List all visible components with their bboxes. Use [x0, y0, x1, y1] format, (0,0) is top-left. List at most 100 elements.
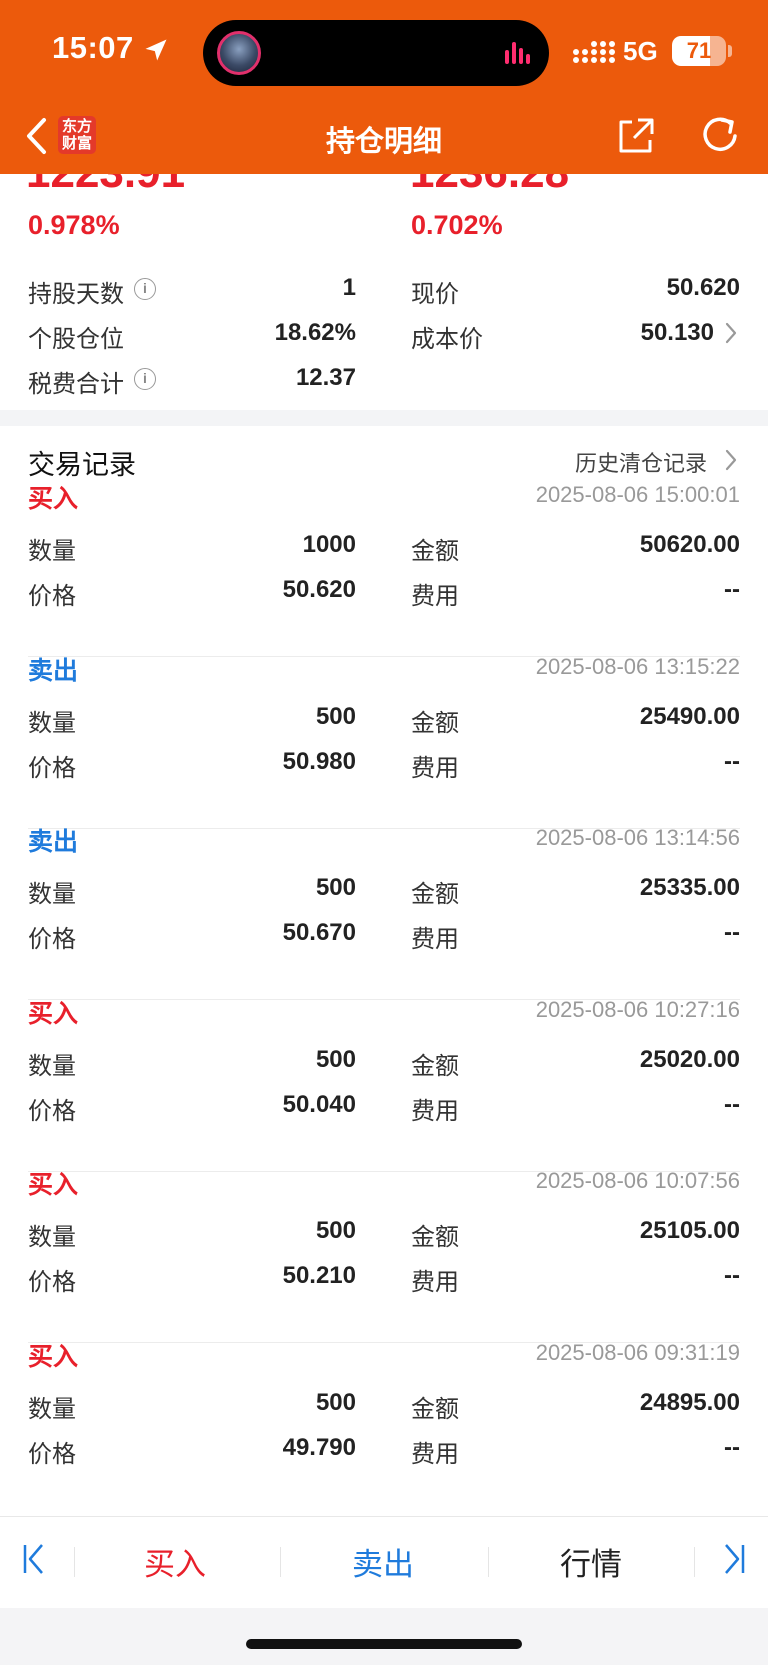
price-value: 50.210	[282, 1262, 356, 1289]
last-page-icon[interactable]	[720, 1541, 746, 1577]
quantity-label: 数量	[28, 1224, 76, 1251]
info-icon[interactable]: i	[134, 368, 156, 390]
price-value: 50.670	[282, 919, 356, 946]
status-time: 15:07	[52, 30, 134, 65]
dynamic-island[interactable]	[203, 20, 549, 86]
fee-label: 费用	[411, 583, 459, 610]
divider	[74, 1547, 75, 1577]
fee-label: 费用	[411, 754, 459, 782]
avatar	[217, 31, 261, 75]
quantity-value: 500	[315, 1388, 356, 1416]
trade-type: 卖出	[28, 828, 79, 856]
total-fees-value: 12.37	[295, 364, 356, 391]
left-profit-amount: 1223.91	[26, 174, 185, 198]
amount-value: 25490.00	[639, 702, 740, 730]
price-value: 50.040	[282, 1090, 356, 1118]
quantity-value: 500	[315, 1045, 356, 1073]
quantity-label: 数量	[28, 881, 76, 908]
first-page-icon[interactable]	[22, 1541, 48, 1577]
fee-value: --	[724, 747, 740, 775]
current-price-label: 现价	[411, 281, 459, 308]
amount-label: 金额	[411, 1395, 459, 1423]
quantity-label: 数量	[28, 709, 76, 737]
amount-value: 50620.00	[639, 531, 740, 558]
price-label: 价格	[28, 754, 76, 782]
info-icon[interactable]: i	[134, 278, 156, 300]
trade-time: 2025-08-06 13:14:56	[535, 825, 740, 850]
fee-value: --	[724, 1090, 740, 1118]
amount-value: 25335.00	[639, 874, 740, 901]
fee-value: --	[724, 1262, 740, 1289]
quantity-label: 数量	[28, 1395, 76, 1423]
holding-days-label: 持股天数	[28, 281, 124, 308]
trade-type: 买入	[28, 999, 79, 1028]
location-arrow-icon	[145, 39, 167, 61]
price-label: 价格	[28, 583, 76, 610]
fee-value: --	[724, 576, 740, 603]
price-label: 价格	[28, 1097, 76, 1125]
signal-icon	[573, 41, 615, 63]
trade-time: 2025-08-06 15:00:01	[535, 482, 740, 507]
divider	[694, 1547, 695, 1577]
audio-bars-icon	[505, 42, 530, 64]
price-label: 价格	[28, 926, 76, 953]
buy-button[interactable]: 买入	[110, 1539, 240, 1584]
trade-type: 卖出	[28, 656, 79, 685]
quote-button[interactable]: 行情	[526, 1539, 656, 1584]
amount-value: 24895.00	[639, 1388, 740, 1416]
section-separator	[0, 410, 768, 426]
trade-time: 2025-08-06 10:07:56	[535, 1168, 740, 1193]
position-ratio-label: 个股仓位	[28, 326, 124, 353]
fee-label: 费用	[411, 1269, 459, 1296]
holding-days-value: 1	[342, 274, 356, 301]
trade-records-title: 交易记录	[28, 450, 136, 480]
bottom-action-bar: 买入 卖出 行情	[0, 1516, 768, 1608]
cost-price-value[interactable]: 50.130	[540, 319, 714, 347]
battery-nub	[728, 45, 732, 57]
total-fees-label: 税费合计	[28, 371, 124, 398]
trade-type: 买入	[28, 1171, 79, 1199]
quantity-value: 500	[315, 702, 356, 730]
trade-time: 2025-08-06 13:15:22	[535, 653, 740, 679]
quantity-label: 数量	[28, 538, 76, 565]
right-profit-amount: 1236.28	[410, 174, 569, 198]
divider	[488, 1547, 489, 1577]
divider	[280, 1547, 281, 1577]
amount-label: 金额	[411, 1224, 459, 1251]
quantity-value: 1000	[302, 531, 356, 558]
fee-value: --	[724, 1433, 740, 1461]
quantity-value: 500	[315, 874, 356, 901]
position-ratio-value: 18.62%	[274, 319, 356, 346]
share-icon[interactable]	[616, 116, 656, 156]
amount-value: 25105.00	[639, 1217, 740, 1244]
sell-button[interactable]: 卖出	[318, 1539, 448, 1584]
chevron-right-icon[interactable]	[724, 448, 738, 472]
home-indicator[interactable]	[246, 1639, 522, 1649]
current-price-value: 50.620	[666, 274, 740, 301]
history-clear-records-link[interactable]: 历史清仓记录	[575, 446, 707, 478]
left-profit-percent: 0.978%	[28, 210, 120, 240]
quantity-value: 500	[315, 1217, 356, 1244]
amount-label: 金额	[411, 709, 459, 737]
network-type: 5G	[623, 36, 658, 66]
home-indicator-area	[0, 1608, 768, 1665]
trade-time: 2025-08-06 10:27:16	[535, 996, 740, 1022]
fee-value: --	[724, 919, 740, 946]
trade-type: 买入	[28, 1342, 79, 1371]
battery-indicator: 71	[672, 36, 726, 66]
cost-price-label: 成本价	[411, 326, 483, 353]
price-value: 49.790	[282, 1433, 356, 1461]
trade-time: 2025-08-06 09:31:19	[535, 1339, 740, 1365]
battery-level: 71	[686, 38, 712, 63]
chevron-right-icon[interactable]	[724, 321, 738, 345]
price-label: 价格	[28, 1440, 76, 1468]
amount-label: 金额	[411, 881, 459, 908]
fee-label: 费用	[411, 1097, 459, 1125]
fee-label: 费用	[411, 1440, 459, 1468]
price-value: 50.620	[282, 576, 356, 603]
price-value: 50.980	[282, 747, 356, 775]
fee-label: 费用	[411, 926, 459, 953]
right-profit-percent: 0.702%	[411, 210, 503, 240]
refresh-icon[interactable]	[700, 114, 742, 156]
amount-label: 金额	[411, 538, 459, 565]
